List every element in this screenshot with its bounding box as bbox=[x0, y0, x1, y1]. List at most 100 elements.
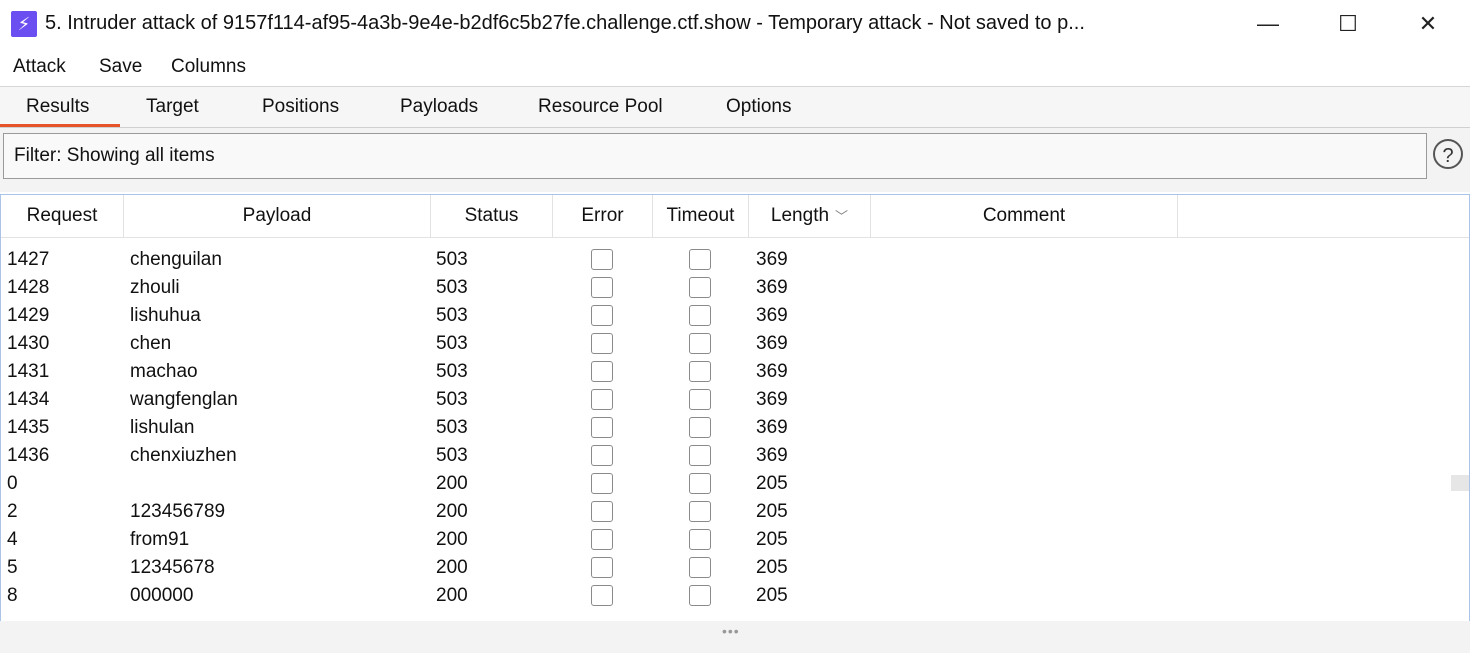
timeout-checkbox bbox=[689, 361, 711, 382]
table-row[interactable]: 8 000000 200 205 bbox=[1, 581, 1451, 609]
cell-status: 503 bbox=[436, 361, 468, 382]
maximize-button[interactable]: ☐ bbox=[1308, 0, 1388, 48]
timeout-checkbox bbox=[689, 473, 711, 494]
cell-payload: wangfenglan bbox=[130, 389, 238, 410]
cell-request: 1427 bbox=[7, 249, 50, 270]
cell-length: 205 bbox=[756, 529, 788, 550]
close-button[interactable]: ✕ bbox=[1388, 0, 1468, 48]
cell-length: 205 bbox=[756, 585, 788, 606]
error-checkbox bbox=[591, 305, 613, 326]
cell-status: 503 bbox=[436, 445, 468, 466]
cell-payload: from91 bbox=[130, 529, 190, 550]
table-row[interactable]: 4 from91 200 205 bbox=[1, 525, 1451, 553]
cell-request: 1430 bbox=[7, 333, 50, 354]
cell-payload: 12345678 bbox=[130, 557, 215, 578]
timeout-checkbox bbox=[689, 557, 711, 578]
table-header: Request Payload Status Error Timeout Len… bbox=[1, 195, 1469, 238]
cell-status: 503 bbox=[436, 249, 468, 270]
col-header-status[interactable]: Status bbox=[431, 195, 553, 237]
table-row[interactable]: 5 12345678 200 205 bbox=[1, 553, 1451, 581]
cell-payload: 000000 bbox=[130, 585, 194, 606]
table-row[interactable]: 1435 lishulan 503 369 bbox=[1, 413, 1451, 441]
tab-results[interactable]: Results bbox=[26, 96, 89, 118]
cell-status: 503 bbox=[436, 389, 468, 410]
tab-payloads[interactable]: Payloads bbox=[400, 96, 478, 118]
table-row[interactable]: 1436 chenxiuzhen 503 369 bbox=[1, 441, 1451, 469]
cell-payload: machao bbox=[130, 361, 198, 382]
tab-target[interactable]: Target bbox=[146, 96, 199, 118]
col-header-length-label: Length bbox=[770, 205, 830, 226]
timeout-checkbox bbox=[689, 305, 711, 326]
error-checkbox bbox=[591, 277, 613, 298]
sort-descending-icon: ﹀ bbox=[835, 209, 849, 224]
timeout-checkbox bbox=[689, 585, 711, 606]
tab-options[interactable]: Options bbox=[726, 96, 791, 118]
error-checkbox bbox=[591, 557, 613, 578]
menu-attack[interactable]: Attack bbox=[13, 56, 66, 78]
col-header-error[interactable]: Error bbox=[553, 195, 653, 237]
error-checkbox bbox=[591, 445, 613, 466]
table-row[interactable]: 1429 lishuhua 503 369 bbox=[1, 301, 1451, 329]
cell-request: 4 bbox=[7, 529, 18, 550]
cell-status: 200 bbox=[436, 585, 468, 606]
cell-length: 369 bbox=[756, 389, 788, 410]
cell-payload: chen bbox=[130, 333, 172, 354]
burp-app-icon: ⚡ bbox=[11, 11, 37, 37]
col-header-comment[interactable]: Comment bbox=[871, 195, 1178, 237]
cell-status: 503 bbox=[436, 417, 468, 438]
table-row[interactable]: 1431 machao 503 369 bbox=[1, 357, 1451, 385]
table-row[interactable]: 2 123456789 200 205 bbox=[1, 497, 1451, 525]
splitter-grip-icon[interactable]: ••• bbox=[722, 623, 740, 639]
cell-request: 1436 bbox=[7, 445, 50, 466]
pane-splitter[interactable]: ••• bbox=[0, 621, 1470, 653]
cell-payload: zhouli bbox=[130, 277, 180, 298]
tab-positions[interactable]: Positions bbox=[262, 96, 339, 118]
tab-bar: Results Target Positions Payloads Resour… bbox=[0, 87, 1470, 128]
results-table[interactable]: Request Payload Status Error Timeout Len… bbox=[0, 194, 1470, 622]
tab-resource-pool[interactable]: Resource Pool bbox=[538, 96, 663, 118]
cell-payload: 123456789 bbox=[130, 501, 226, 522]
cell-length: 205 bbox=[756, 501, 788, 522]
col-header-length[interactable]: Length ﹀ bbox=[749, 195, 871, 237]
cell-status: 200 bbox=[436, 557, 468, 578]
table-row[interactable]: 1430 chen 503 369 bbox=[1, 329, 1451, 357]
cell-length: 205 bbox=[756, 557, 788, 578]
filter-box[interactable]: Filter: Showing all items bbox=[3, 133, 1427, 179]
table-row[interactable]: 1434 wangfenglan 503 369 bbox=[1, 385, 1451, 413]
cell-payload: chenxiuzhen bbox=[130, 445, 237, 466]
cell-request: 1431 bbox=[7, 361, 50, 382]
cell-status: 200 bbox=[436, 529, 468, 550]
cell-request: 1435 bbox=[7, 417, 50, 438]
error-checkbox bbox=[591, 473, 613, 494]
cell-length: 369 bbox=[756, 417, 788, 438]
error-checkbox bbox=[591, 501, 613, 522]
help-icon[interactable]: ? bbox=[1433, 139, 1463, 169]
error-checkbox bbox=[591, 585, 613, 606]
error-checkbox bbox=[591, 361, 613, 382]
active-tab-indicator bbox=[0, 124, 120, 127]
cell-length: 369 bbox=[756, 333, 788, 354]
cell-request: 2 bbox=[7, 501, 18, 522]
cell-payload: lishuhua bbox=[130, 305, 201, 326]
error-checkbox bbox=[591, 529, 613, 550]
filter-text: Filter: Showing all items bbox=[14, 145, 215, 166]
cell-request: 1428 bbox=[7, 277, 50, 298]
vertical-scrollbar-thumb[interactable] bbox=[1451, 475, 1469, 491]
table-row[interactable]: 0 200 205 bbox=[1, 469, 1451, 497]
cell-payload: lishulan bbox=[130, 417, 195, 438]
cell-length: 369 bbox=[756, 249, 788, 270]
filter-bar: Filter: Showing all items ? bbox=[0, 128, 1470, 192]
timeout-checkbox bbox=[689, 417, 711, 438]
table-row[interactable]: 1427 chenguilan 503 369 bbox=[1, 245, 1451, 273]
cell-request: 0 bbox=[7, 473, 18, 494]
menu-save[interactable]: Save bbox=[99, 56, 142, 78]
col-header-timeout[interactable]: Timeout bbox=[653, 195, 749, 237]
timeout-checkbox bbox=[689, 501, 711, 522]
col-header-request[interactable]: Request bbox=[1, 195, 124, 237]
cell-status: 200 bbox=[436, 501, 468, 522]
timeout-checkbox bbox=[689, 333, 711, 354]
menu-columns[interactable]: Columns bbox=[171, 56, 246, 78]
table-row[interactable]: 1428 zhouli 503 369 bbox=[1, 273, 1451, 301]
col-header-payload[interactable]: Payload bbox=[124, 195, 431, 237]
minimize-button[interactable]: — bbox=[1228, 0, 1308, 48]
